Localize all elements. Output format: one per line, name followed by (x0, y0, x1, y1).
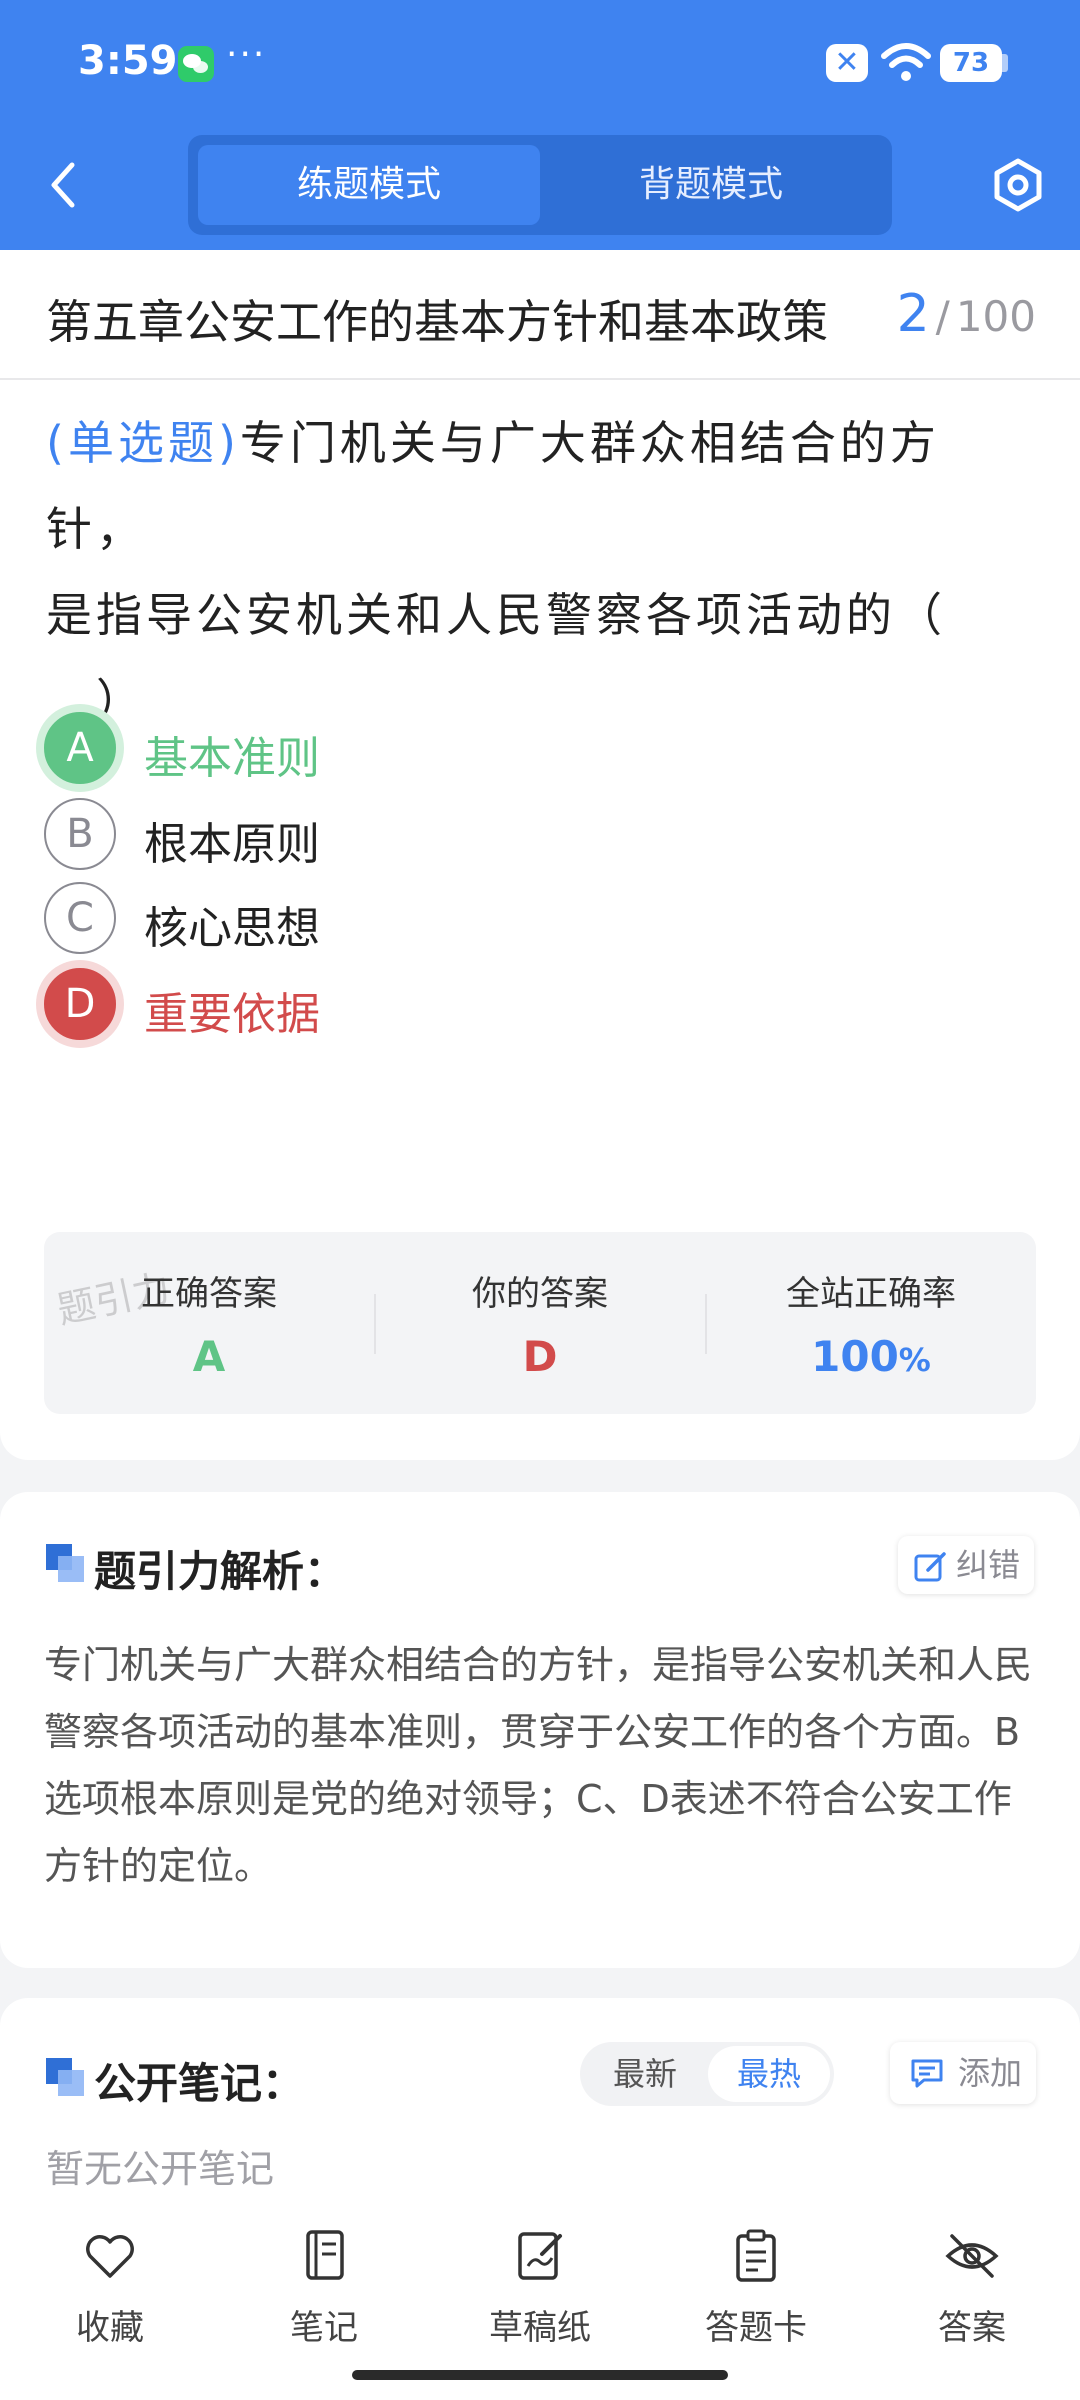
wechat-notification-icon (178, 46, 214, 82)
back-arrow-icon[interactable] (40, 155, 90, 215)
app-header: 3:59 ··· ✕ 73 练题模式 背题模式 (0, 0, 1080, 250)
add-note-button[interactable]: 添加 (890, 2042, 1036, 2104)
accuracy-rate-unit: % (898, 1341, 931, 1379)
accuracy-rate-value: 100% (706, 1332, 1036, 1381)
analysis-card: 题引力解析： 纠错 专门机关与广大群众相结合的方针，是指导公安机关和人民警察各项… (0, 1492, 1080, 1968)
tab-memorize-mode[interactable]: 背题模式 (540, 145, 882, 225)
current-question-number: 2 (896, 284, 930, 344)
accuracy-rate-number: 100 (811, 1332, 899, 1381)
option-a-letter: A (44, 712, 116, 784)
nav-favorite-label: 收藏 (76, 2308, 144, 2348)
question-card: 第五章公安工作的基本方针和基本政策 2/100 (单选题)专门机关与广大群众相结… (0, 250, 1080, 1460)
option-c-text: 核心思想 (144, 903, 320, 954)
report-error-button[interactable]: 纠错 (898, 1536, 1034, 1594)
correct-answer-value: A (192, 1332, 226, 1381)
analysis-title: 题引力解析： (94, 1547, 347, 1596)
home-indicator[interactable] (352, 2370, 728, 2380)
nav-notes[interactable]: 笔记 (244, 2228, 404, 2358)
accuracy-rate-block: 全站正确率 100% (706, 1232, 1036, 1414)
nav-draft-paper-label: 草稿纸 (489, 2308, 591, 2348)
edit-icon (914, 1552, 946, 1582)
option-d[interactable]: D 重要依据 (44, 968, 944, 1044)
nav-favorite[interactable]: 收藏 (30, 2228, 190, 2358)
empty-notes-text: 暂无公开笔记 (46, 2147, 275, 2191)
notebook-icon (306, 2230, 344, 2280)
status-bar: 3:59 ··· ✕ 73 (0, 0, 1080, 125)
sort-hottest-button[interactable]: 最热 (708, 2046, 830, 2102)
option-c-letter: C (44, 882, 116, 954)
notes-sort-toggle: 最新 最热 (580, 2042, 834, 2106)
option-c[interactable]: C 核心思想 (44, 882, 944, 958)
draft-paper-icon (518, 2232, 562, 2280)
option-b[interactable]: B 根本原则 (44, 798, 944, 874)
report-error-label: 纠错 (955, 1546, 1020, 1584)
battery-icon: 73 (940, 44, 1002, 82)
nav-answer-toggle[interactable]: 答案 (892, 2228, 1052, 2358)
chapter-title: 第五章公安工作的基本方针和基本政策 (46, 295, 828, 349)
no-sim-icon: ✕ (826, 44, 868, 82)
your-answer-value: D (522, 1332, 558, 1381)
your-answer-block: 你的答案 D (375, 1232, 705, 1414)
more-notifications-icon: ··· (226, 34, 267, 75)
correct-answer-label: 正确答案 (141, 1274, 277, 1314)
total-questions: 100 (955, 292, 1036, 341)
sort-newest-button[interactable]: 最新 (584, 2046, 706, 2102)
wifi-icon (881, 43, 931, 81)
tab-practice-mode[interactable]: 练题模式 (198, 145, 540, 225)
battery-tip (1002, 54, 1008, 72)
section-marker-icon (46, 2058, 84, 2096)
option-a-text: 基本准则 (144, 733, 320, 784)
correct-answer-block: 正确答案 A (44, 1232, 374, 1414)
question-progress[interactable]: 2/100 (897, 284, 1036, 344)
nav-answer-card[interactable]: 答题卡 (676, 2228, 836, 2358)
settings-hexagon-icon[interactable] (988, 155, 1048, 215)
answer-summary: 题引力 正确答案 A 你的答案 D 全站正确率 100% (44, 1232, 1036, 1414)
accuracy-rate-label: 全站正确率 (786, 1274, 956, 1314)
eye-off-icon (945, 2234, 999, 2278)
option-a[interactable]: A 基本准则 (44, 712, 944, 788)
comment-icon (911, 2059, 943, 2088)
question-line-2: 是指导公安机关和人民警察各项活动的（ (46, 588, 946, 642)
your-answer-label: 你的答案 (472, 1274, 608, 1314)
nav-draft-paper[interactable]: 草稿纸 (460, 2228, 620, 2358)
option-d-letter: D (44, 968, 116, 1040)
notes-title: 公开笔记： (94, 2059, 305, 2108)
nav-notes-label: 笔记 (290, 2308, 358, 2348)
status-time: 3:59 (78, 38, 178, 84)
add-note-label: 添加 (957, 2054, 1022, 2092)
nav-answer-toggle-label: 答案 (938, 2308, 1006, 2348)
chapter-row: 第五章公安工作的基本方针和基本政策 2/100 (0, 250, 1080, 380)
question-text: (单选题)专门机关与广大群众相结合的方针， 是指导公安机关和人民警察各项活动的（… (46, 400, 1036, 744)
heart-icon (86, 2235, 134, 2278)
answer-card-icon (736, 2229, 776, 2282)
mode-switch: 练题模式 背题模式 (188, 135, 892, 235)
option-d-text: 重要依据 (144, 989, 320, 1040)
nav-answer-card-label: 答题卡 (705, 2308, 807, 2348)
progress-separator: / (935, 292, 950, 341)
analysis-text: 专门机关与广大群众相结合的方针，是指导公安机关和人民警察各项活动的基本准则，贯穿… (44, 1643, 1033, 1888)
option-b-letter: B (44, 798, 116, 870)
option-b-text: 根本原则 (144, 819, 320, 870)
question-type-label: (单选题) (46, 416, 240, 470)
section-marker-icon (46, 1544, 84, 1582)
